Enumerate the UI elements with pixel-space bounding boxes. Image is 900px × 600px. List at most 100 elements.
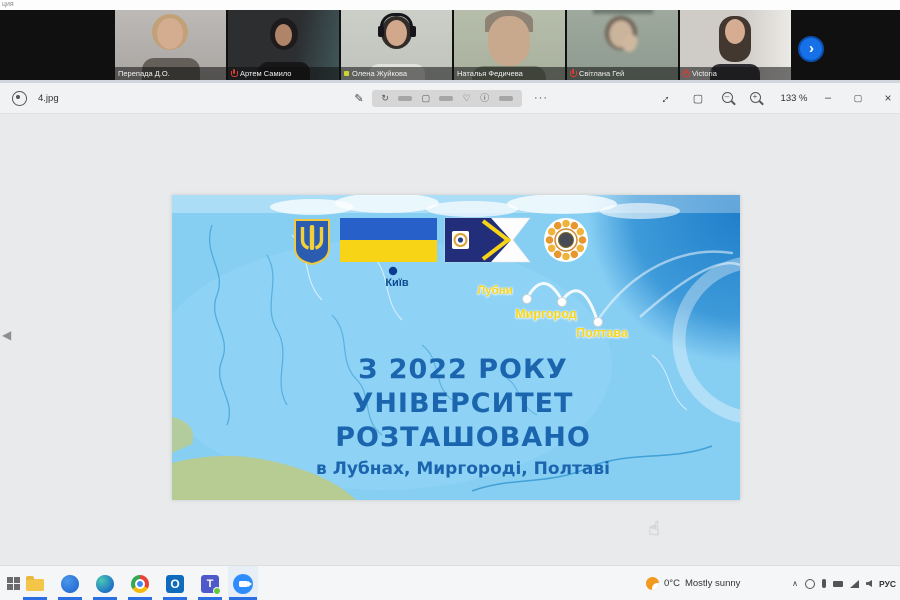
onedrive-icon[interactable] bbox=[805, 579, 815, 589]
toolbar-label-blob bbox=[398, 96, 412, 101]
zoom-out-button[interactable]: – bbox=[716, 83, 740, 113]
edge-button[interactable] bbox=[92, 566, 118, 600]
network-icon[interactable] bbox=[850, 580, 859, 588]
previous-image-button[interactable]: ◀ bbox=[2, 328, 11, 342]
window-title-text: ция bbox=[2, 1, 14, 8]
city-label-myrhorod: Миргород bbox=[515, 307, 576, 321]
photos-icon bbox=[12, 91, 27, 106]
slide-title-line: РОЗТАШОВАНО bbox=[335, 421, 591, 455]
rotate-icon[interactable]: ↻ bbox=[381, 94, 389, 103]
participant-name-bar: Наталья Федичева bbox=[454, 67, 565, 80]
participant-tile[interactable]: Наталья Федичева bbox=[454, 10, 565, 80]
toolbar-label-blob bbox=[499, 96, 513, 101]
participant-tile[interactable]: Victoria bbox=[680, 10, 791, 80]
ukraine-flag bbox=[340, 218, 437, 262]
fit-icon: ▢ bbox=[693, 92, 703, 105]
fit-to-window-button[interactable]: ▢ bbox=[686, 83, 710, 113]
participant-name: Артем Самило bbox=[240, 69, 291, 78]
sun-cloud-icon bbox=[646, 577, 659, 590]
slide-title: З 2022 РОКУ УНІВЕРСИТЕТ РОЗТАШОВАНО bbox=[335, 353, 591, 455]
teams-button[interactable]: T bbox=[197, 566, 223, 600]
participant-tile[interactable]: Олена Жуйкова bbox=[341, 10, 452, 80]
outlook-icon: O bbox=[166, 575, 184, 593]
zoom-in-button[interactable]: + bbox=[744, 83, 768, 113]
ellipsis-icon: ··· bbox=[534, 92, 548, 104]
toolbar-button-group[interactable]: ↻ ▢ ♡ ⓘ bbox=[372, 90, 522, 107]
edit-button[interactable]: ✎ bbox=[348, 83, 370, 113]
taskbar: O T 0°C Mostly sunny ∧ РУС bbox=[0, 565, 900, 600]
city-label-lubny: Лубни bbox=[477, 285, 513, 297]
window-title-fragment: ция bbox=[0, 0, 900, 10]
zoom-app-button[interactable] bbox=[228, 566, 258, 600]
system-tray: ∧ РУС bbox=[792, 566, 896, 600]
participant-name: Олена Жуйкова bbox=[352, 69, 407, 78]
filename-label: 4.jpg bbox=[38, 83, 59, 113]
participant-name: Наталья Федичева bbox=[457, 69, 523, 78]
blue-circle-app-button[interactable] bbox=[57, 566, 83, 600]
slide-image[interactable]: Київ Лубни Миргород Полтава З 2022 РОКУ … bbox=[172, 195, 740, 500]
participant-tile[interactable]: Артем Самило bbox=[228, 10, 339, 80]
minimize-icon: – bbox=[825, 92, 831, 104]
chrome-button[interactable] bbox=[127, 566, 153, 600]
fullscreen-icon: ↔ bbox=[655, 89, 673, 107]
close-icon: × bbox=[884, 91, 891, 105]
university-round-emblem bbox=[544, 218, 588, 262]
hand-cursor: ☝ bbox=[648, 518, 660, 540]
muted-mic-icon bbox=[683, 69, 689, 78]
language-indicator[interactable]: РУС bbox=[879, 579, 896, 589]
participant-name: Перепада Д.О. bbox=[118, 69, 170, 78]
crop-icon[interactable]: ▢ bbox=[422, 94, 431, 103]
see-all-photos-button[interactable] bbox=[6, 83, 32, 113]
favorite-icon[interactable]: ♡ bbox=[463, 94, 471, 103]
outlook-button[interactable]: O bbox=[162, 566, 188, 600]
windows-start-icon bbox=[7, 577, 20, 590]
participant-name-bar: Перепада Д.О. bbox=[115, 67, 226, 80]
video-camera-icon bbox=[239, 581, 248, 587]
slide-title-line: УНІВЕРСИТЕТ bbox=[335, 387, 591, 421]
maximize-button[interactable]: ▢ bbox=[846, 83, 870, 113]
maximize-icon: ▢ bbox=[854, 93, 863, 104]
participant-tile[interactable]: Перепада Д.О. bbox=[115, 10, 226, 80]
participant-name-bar: Світлана Гей bbox=[567, 67, 678, 80]
toolbar-label-blob bbox=[439, 96, 453, 101]
zoom-app-icon bbox=[233, 574, 253, 594]
see-more-button[interactable]: ··· bbox=[528, 83, 554, 113]
volume-icon[interactable] bbox=[866, 580, 872, 587]
kyiv-label: Київ bbox=[385, 277, 408, 289]
slide-title-line: З 2022 РОКУ bbox=[335, 353, 591, 387]
tray-chevron-icon[interactable]: ∧ bbox=[792, 579, 798, 588]
info-icon[interactable]: ⓘ bbox=[480, 94, 489, 103]
battery-icon[interactable] bbox=[833, 581, 843, 587]
video-strip: Перепада Д.О. Артем Самило Олена Жуйкова… bbox=[0, 10, 900, 80]
edit-icon: ✎ bbox=[354, 92, 363, 105]
screen: ция Перепада Д.О. Артем Самило Олена Жуй… bbox=[0, 0, 900, 600]
zoom-in-icon: + bbox=[749, 91, 764, 106]
status-indicator-icon bbox=[344, 71, 349, 76]
muted-mic-icon bbox=[570, 69, 576, 78]
teams-icon: T bbox=[201, 575, 219, 593]
participant-tile[interactable]: Світлана Гей bbox=[567, 10, 678, 80]
participant-name: Світлана Гей bbox=[579, 69, 624, 78]
mic-tray-icon[interactable] bbox=[822, 579, 826, 588]
participant-name: Victoria bbox=[692, 69, 717, 78]
file-explorer-button[interactable] bbox=[22, 566, 48, 600]
minimize-button[interactable]: – bbox=[816, 83, 840, 113]
photo-viewer-toolbar: 4.jpg ✎ ↻ ▢ ♡ ⓘ ··· ↔ ▢ – + 133 % – ▢ × bbox=[0, 80, 900, 114]
weather-desc: Mostly sunny bbox=[685, 578, 740, 589]
trident-emblem bbox=[295, 220, 329, 264]
zoom-out-icon: – bbox=[721, 91, 736, 106]
weather-temp: 0°C bbox=[664, 578, 680, 589]
muted-mic-icon bbox=[231, 69, 237, 78]
chrome-icon bbox=[131, 575, 149, 593]
participant-name-bar: Олена Жуйкова bbox=[341, 67, 452, 80]
city-label-poltava: Полтава bbox=[576, 326, 628, 340]
slide-subtitle: в Лубнах, Миргороді, Полтаві bbox=[316, 459, 610, 479]
fullscreen-button[interactable]: ↔ bbox=[652, 83, 676, 113]
participant-name-bar: Артем Самило bbox=[228, 67, 339, 80]
chevron-right-icon: › bbox=[809, 41, 814, 56]
app-circle-icon bbox=[61, 575, 79, 593]
weather-widget[interactable]: 0°C Mostly sunny bbox=[646, 566, 740, 600]
next-participants-button[interactable]: › bbox=[798, 36, 824, 62]
close-button[interactable]: × bbox=[876, 83, 900, 113]
viewer-canvas: ◀ bbox=[0, 114, 900, 565]
